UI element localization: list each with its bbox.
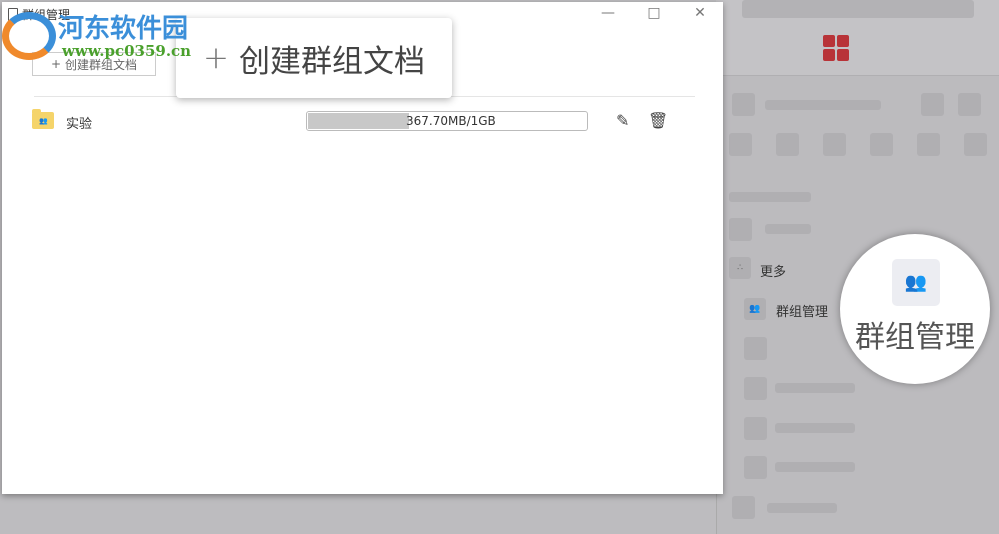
blurred-block — [964, 133, 987, 156]
group-icon: 👥 — [892, 259, 940, 306]
watermark-url: www.pc0359.cn — [62, 42, 192, 60]
callout-label: 创建群组文档 — [238, 43, 425, 80]
blurred-block — [744, 377, 767, 400]
blurred-block — [744, 456, 767, 479]
more-icon: ∴ — [729, 257, 751, 279]
storage-progress-fill — [308, 113, 409, 129]
blurred-block — [767, 503, 837, 513]
edit-icon[interactable]: ✎ — [616, 111, 629, 130]
blurred-block — [775, 423, 855, 433]
sidebar-group-manage[interactable]: 群组管理 — [776, 301, 828, 320]
blurred-block — [775, 462, 855, 472]
storage-progress-bar: 367.70MB/1GB — [306, 111, 588, 131]
close-button[interactable]: ✕ — [690, 5, 710, 21]
apps-grid-icon[interactable] — [823, 35, 849, 61]
magnifier-label: 群组管理 — [855, 320, 975, 355]
blurred-block — [921, 93, 944, 116]
group-icon: 👥 — [744, 298, 766, 320]
minimize-button[interactable]: — — [598, 5, 618, 21]
blurred-block — [823, 133, 846, 156]
blurred-block — [958, 93, 981, 116]
blurred-block — [775, 383, 855, 393]
storage-usage-text: 367.70MB/1GB — [406, 114, 496, 128]
blurred-block — [732, 496, 755, 519]
plus-icon: + — [203, 40, 229, 76]
blurred-block — [917, 133, 940, 156]
blurred-block — [765, 100, 881, 110]
watermark-logo — [2, 12, 56, 60]
magnifier-callout: 👥 群组管理 — [840, 234, 990, 384]
trash-icon[interactable]: 🗑 — [648, 111, 668, 130]
group-doc-name: 实验 — [66, 117, 93, 132]
create-button-callout: + 创建群组文档 — [176, 18, 452, 98]
blurred-block — [744, 417, 767, 440]
sidebar-more[interactable]: 更多 — [760, 261, 786, 280]
blurred-block — [870, 133, 893, 156]
maximize-button[interactable]: □ — [644, 5, 664, 21]
blurred-block — [732, 93, 755, 116]
blurred-block — [729, 218, 752, 241]
table-row[interactable]: 👥 实验 367.70MB/1GB ✎ 🗑 — [32, 108, 672, 134]
blurred-block — [765, 224, 811, 234]
blurred-block — [744, 337, 767, 360]
blurred-block — [776, 133, 799, 156]
blurred-block — [729, 133, 752, 156]
watermark-name: 河东软件园 — [58, 14, 189, 44]
group-folder-icon: 👥 — [32, 109, 54, 129]
plus-icon: + — [50, 57, 62, 71]
blurred-block — [729, 192, 811, 202]
blurred-block — [742, 0, 974, 18]
